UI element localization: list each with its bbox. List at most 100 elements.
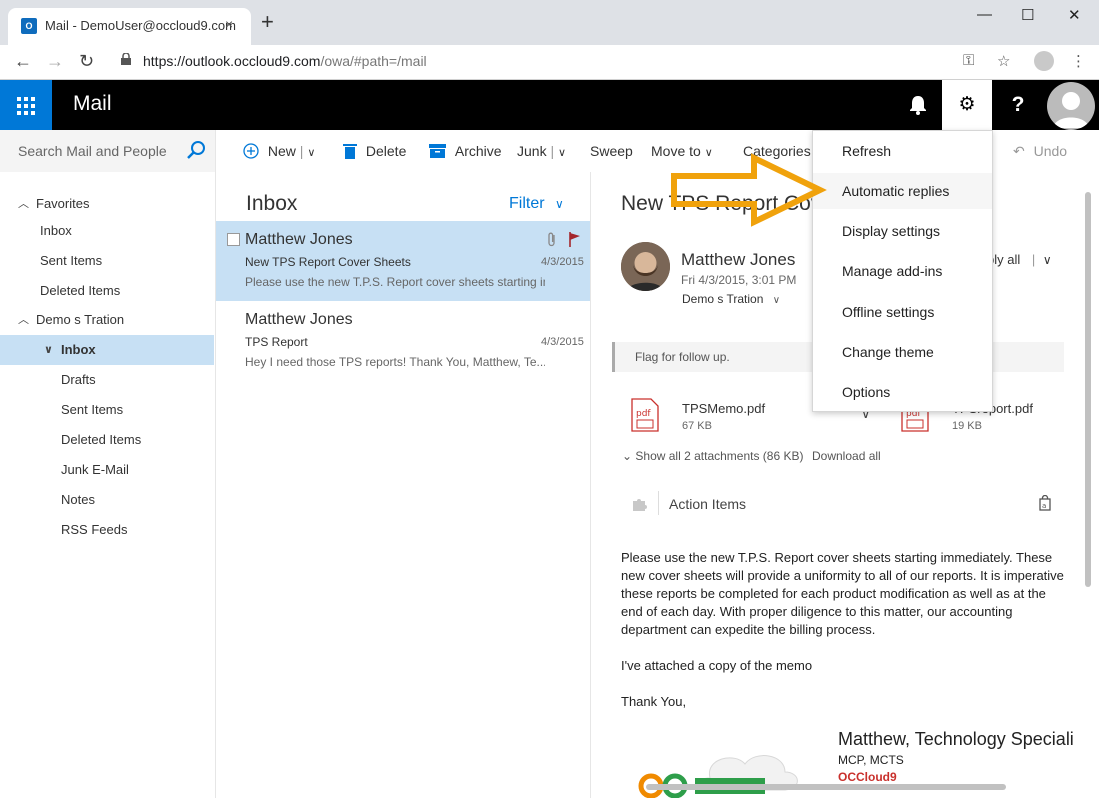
attachment-size: 19 KB xyxy=(952,420,982,432)
menu-item-refresh[interactable]: Refresh xyxy=(813,133,992,169)
vertical-scrollbar[interactable] xyxy=(1085,192,1091,587)
horizontal-scrollbar[interactable] xyxy=(646,784,1006,790)
new-button[interactable]: New | ∨ xyxy=(243,143,315,159)
archive-icon xyxy=(429,144,446,158)
folder-rss-feeds[interactable]: RSS Feeds xyxy=(0,515,214,545)
account-header[interactable]: ︿ Demo s Tration xyxy=(0,305,214,335)
chevron-down-icon[interactable]: ∨ xyxy=(558,147,566,159)
favorites-header[interactable]: ︿ Favorites xyxy=(0,189,214,219)
store-bag-icon[interactable]: a xyxy=(1039,495,1051,511)
folder-sent-items[interactable]: Sent Items xyxy=(0,395,214,425)
undo-icon: ↶ xyxy=(1013,143,1025,159)
key-icon[interactable]: ⚿ xyxy=(963,52,974,69)
filter-button[interactable]: Filter ∨ xyxy=(509,195,564,213)
email-body-paragraph: Thank You, xyxy=(621,694,687,709)
favorites-label: Favorites xyxy=(36,196,90,211)
search-input[interactable]: Search Mail and People xyxy=(18,143,167,159)
pdf-file-icon: pdf xyxy=(631,398,659,432)
folder-pane: Search Mail and People ︿ Favorites Inbox… xyxy=(0,130,216,798)
url-host: https://outlook.occloud9.com xyxy=(143,53,321,69)
menu-item-manage-add-ins[interactable]: Manage add-ins xyxy=(813,253,992,289)
favorite-inbox[interactable]: Inbox xyxy=(0,216,214,246)
message-sender: Matthew Jones xyxy=(245,231,353,248)
tab-close-icon[interactable]: × xyxy=(225,16,233,32)
reload-icon[interactable]: ↻ xyxy=(79,51,94,72)
folder-deleted-items[interactable]: Deleted Items xyxy=(0,425,214,455)
folder-deleted-items-label: Deleted Items xyxy=(61,432,142,447)
menu-item-offline-settings[interactable]: Offline settings xyxy=(813,294,992,330)
occloud9-logo xyxy=(638,755,798,798)
favorite-sent-items[interactable]: Sent Items xyxy=(0,246,214,276)
undo-button[interactable]: ↶ Undo xyxy=(1013,143,1067,160)
archive-label: Archive xyxy=(454,143,502,159)
browser-menu-icon[interactable]: ⋮ xyxy=(1071,52,1086,70)
bookmark-star-icon[interactable]: ☆ xyxy=(997,52,1010,70)
settings-gear-icon[interactable]: ⚙ xyxy=(942,80,992,130)
junk-button[interactable]: Junk | ∨ xyxy=(517,143,566,159)
outlook-favicon-icon: O xyxy=(21,18,37,34)
sweep-button[interactable]: Sweep xyxy=(590,143,633,159)
folder-drafts-label: Drafts xyxy=(61,372,96,387)
folder-inbox[interactable]: ∨ Inbox xyxy=(0,335,214,365)
flag-icon[interactable] xyxy=(569,232,580,247)
separator: | xyxy=(550,143,555,159)
message-item[interactable]: Matthew Jones TPS Report Hey I need thos… xyxy=(216,301,590,381)
annotation-arrow-icon xyxy=(671,153,827,227)
attachment-name[interactable]: TPSMemo.pdf xyxy=(682,401,765,416)
address-bar: ← → ↻ https://outlook.occloud9.com/owa/#… xyxy=(0,45,1099,80)
minimize-icon[interactable]: — xyxy=(977,6,992,23)
action-items-bar[interactable]: Action Items a xyxy=(621,489,1061,519)
maximize-icon[interactable]: ☐ xyxy=(1021,6,1034,24)
help-icon[interactable]: ? xyxy=(993,80,1043,130)
menu-item-display-settings[interactable]: Display settings xyxy=(813,213,992,249)
favorite-deleted-items[interactable]: Deleted Items xyxy=(0,276,214,306)
download-all-link[interactable]: Download all xyxy=(812,449,881,463)
delete-label: Delete xyxy=(365,143,407,159)
folder-drafts[interactable]: Drafts xyxy=(0,365,214,395)
signature-organization: OCCloud9 xyxy=(838,770,897,784)
search-box[interactable]: Search Mail and People xyxy=(0,130,215,172)
message-subject: New TPS Report Cover Sheets xyxy=(245,255,411,269)
action-items-label: Action Items xyxy=(669,496,747,512)
filter-label: Filter xyxy=(509,195,545,212)
search-icon[interactable] xyxy=(186,140,206,160)
divider xyxy=(658,491,659,515)
recipient-name: Demo s Tration xyxy=(682,292,764,306)
chevron-down-icon[interactable]: ∨ xyxy=(1043,253,1052,267)
menu-item-options[interactable]: Options xyxy=(813,374,992,410)
chevron-down-icon[interactable]: ∨ xyxy=(307,147,315,159)
url-field[interactable]: https://outlook.occloud9.com/owa/#path=/… xyxy=(143,53,427,69)
notifications-bell-icon[interactable] xyxy=(893,80,943,130)
message-checkbox[interactable] xyxy=(227,233,240,246)
reply-all-button[interactable]: ply all | ∨ xyxy=(987,252,1052,267)
chevron-down-icon: ∨ xyxy=(555,197,564,211)
folder-notes[interactable]: Notes xyxy=(0,485,214,515)
sender-avatar[interactable] xyxy=(621,242,670,291)
menu-item-change-theme[interactable]: Change theme xyxy=(813,334,992,370)
show-all-attachments-link[interactable]: ⌄ Show all 2 attachments (86 KB) xyxy=(622,449,804,463)
menu-item-automatic-replies[interactable]: Automatic replies xyxy=(813,173,992,209)
browser-tab-bar: O Mail - DemoUser@occloud9.com × + — ☐ ✕ xyxy=(0,0,1099,45)
user-avatar[interactable] xyxy=(1047,82,1095,130)
chevron-down-icon: ∨ xyxy=(44,344,53,356)
delete-button[interactable]: Delete xyxy=(343,143,406,159)
browser-profile-icon[interactable] xyxy=(1034,51,1054,71)
message-preview: Please use the new T.P.S. Report cover s… xyxy=(245,275,545,289)
url-path: /owa/#path=/mail xyxy=(320,53,427,69)
account-label: Demo s Tration xyxy=(36,312,125,327)
window-close-icon[interactable]: ✕ xyxy=(1068,6,1081,24)
new-tab-button[interactable]: + xyxy=(261,11,274,33)
back-icon[interactable]: ← xyxy=(14,51,32,72)
recipient[interactable]: Demo s Tration ∨ xyxy=(682,292,780,306)
app-title: Mail xyxy=(73,92,112,115)
sender-name[interactable]: Matthew Jones xyxy=(681,250,795,270)
forward-icon[interactable]: → xyxy=(46,51,64,72)
app-launcher-icon[interactable] xyxy=(0,80,52,130)
browser-tab[interactable]: O Mail - DemoUser@occloud9.com × xyxy=(8,8,251,45)
folder-junk-email-label: Junk E-Mail xyxy=(61,462,129,477)
message-date: 4/3/2015 xyxy=(541,336,584,348)
chevron-up-icon: ︿ xyxy=(18,198,29,210)
message-item[interactable]: Matthew Jones New TPS Report Cover Sheet… xyxy=(216,221,590,301)
folder-junk-email[interactable]: Junk E-Mail xyxy=(0,455,214,485)
archive-button[interactable]: Archive xyxy=(429,143,502,159)
